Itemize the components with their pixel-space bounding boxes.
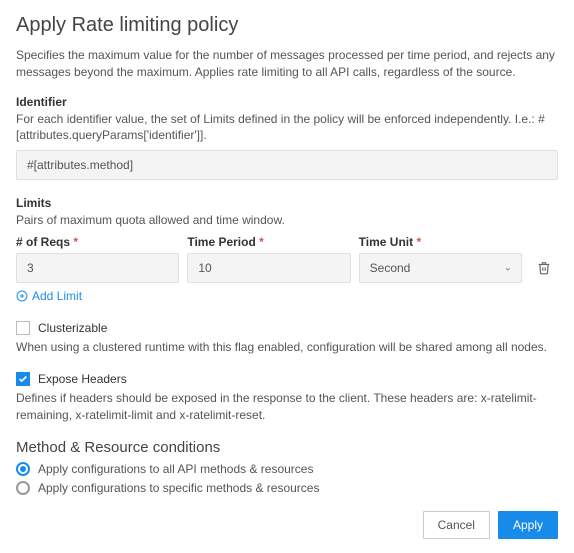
limits-row: # of Reqs * Time Period * Time Unit * ⌄ [16, 235, 558, 283]
conditions-option-specific[interactable]: Apply configurations to specific methods… [16, 481, 558, 495]
expose-headers-label: Expose Headers [38, 372, 127, 386]
apply-button[interactable]: Apply [498, 511, 558, 539]
conditions-option-all[interactable]: Apply configurations to all API methods … [16, 462, 558, 476]
identifier-input[interactable] [16, 150, 558, 180]
reqs-label: # of Reqs * [16, 235, 179, 249]
check-icon [18, 374, 28, 384]
dialog-footer: Cancel Apply [16, 511, 558, 539]
period-input[interactable] [187, 253, 350, 283]
radio-icon [16, 481, 30, 495]
limits-help: Pairs of maximum quota allowed and time … [16, 212, 558, 229]
expose-headers-section: Expose Headers Defines if headers should… [16, 372, 558, 424]
expose-headers-help: Defines if headers should be exposed in … [16, 390, 558, 424]
plus-circle-icon [16, 290, 28, 302]
identifier-label: Identifier [16, 95, 558, 109]
conditions-section: Method & Resource conditions Apply confi… [16, 439, 558, 495]
clusterizable-section: Clusterizable When using a clustered run… [16, 321, 558, 356]
conditions-option-label: Apply configurations to specific methods… [38, 481, 319, 495]
delete-limit-button[interactable] [530, 254, 558, 282]
reqs-input[interactable] [16, 253, 179, 283]
page-title: Apply Rate limiting policy [16, 14, 558, 37]
expose-headers-checkbox[interactable] [16, 372, 30, 386]
conditions-heading: Method & Resource conditions [16, 439, 558, 456]
identifier-help: For each identifier value, the set of Li… [16, 111, 558, 145]
limits-section: Limits Pairs of maximum quota allowed an… [16, 196, 558, 305]
add-limit-label: Add Limit [32, 289, 82, 303]
limits-label: Limits [16, 196, 558, 210]
cancel-button[interactable]: Cancel [423, 511, 490, 539]
conditions-option-label: Apply configurations to all API methods … [38, 462, 313, 476]
add-limit-button[interactable]: Add Limit [16, 289, 82, 303]
clusterizable-help: When using a clustered runtime with this… [16, 339, 558, 356]
trash-icon [537, 261, 551, 275]
identifier-section: Identifier For each identifier value, th… [16, 95, 558, 181]
clusterizable-label: Clusterizable [38, 321, 107, 335]
unit-select[interactable] [359, 253, 522, 283]
period-label: Time Period * [187, 235, 350, 249]
radio-icon [16, 462, 30, 476]
clusterizable-checkbox[interactable] [16, 321, 30, 335]
page-description: Specifies the maximum value for the numb… [16, 47, 558, 81]
unit-label: Time Unit * [359, 235, 522, 249]
